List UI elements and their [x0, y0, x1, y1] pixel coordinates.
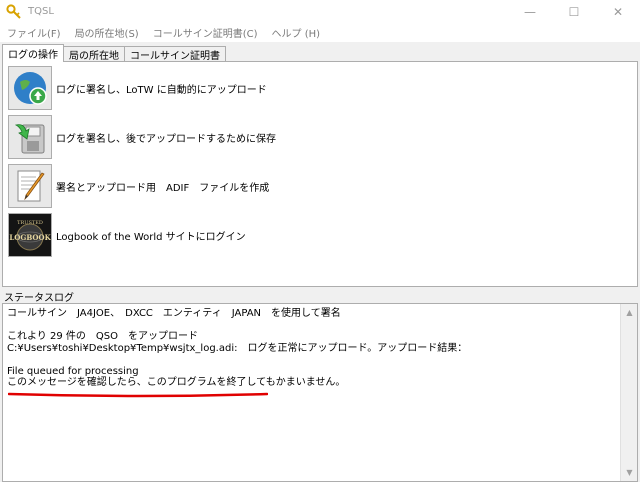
- status-log-header: ステータスログ: [4, 293, 74, 304]
- title-bar: TQSL — ☐ ✕: [0, 0, 640, 23]
- log-line: このメッセージを確認したら、このプログラムを終了してもかまいません。: [7, 377, 346, 388]
- log-line: File queued for processing: [7, 365, 139, 377]
- logbook-icon[interactable]: TRUSTED LOGBOOK: [8, 213, 52, 257]
- scroll-up-icon[interactable]: ▲: [621, 304, 638, 321]
- window-title: TQSL: [28, 6, 54, 17]
- action-sign-save[interactable]: ログを署名し、後でアップロードするために保存: [8, 115, 276, 159]
- menu-station-location[interactable]: 局の所在地(S): [68, 25, 146, 40]
- log-line: コールサイン JA4JOE、 DXCC エンティティ JAPAN を使用して署名: [7, 308, 341, 319]
- action-label: ログを署名し、後でアップロードするために保存: [56, 133, 276, 145]
- action-sign-upload[interactable]: ログに署名し、LoTW に自動的にアップロード: [8, 66, 267, 110]
- red-underline-annotation: [8, 392, 268, 398]
- menu-callsign-certificate[interactable]: コールサイン証明書(C): [146, 25, 265, 40]
- logo-text-top: TRUSTED: [17, 220, 43, 226]
- action-label: 署名とアップロード用 ADIF ファイルを作成: [56, 182, 270, 194]
- action-label: Logbook of the World サイトにログイン: [56, 231, 246, 243]
- tab-strip: ログの操作 局の所在地 コールサイン証明書: [2, 44, 226, 62]
- save-disk-icon[interactable]: [8, 115, 52, 159]
- log-lines: コールサイン JA4JOE、 DXCC エンティティ JAPAN を使用して署名…: [7, 308, 617, 389]
- log-operations-panel: ログに署名し、LoTW に自動的にアップロード ログを署名し、後でアップロードす…: [2, 61, 638, 287]
- action-create-adif[interactable]: 署名とアップロード用 ADIF ファイルを作成: [8, 164, 269, 208]
- menu-file[interactable]: ファイル(F): [0, 25, 68, 40]
- edit-document-icon[interactable]: [8, 164, 52, 208]
- close-button[interactable]: ✕: [596, 0, 640, 23]
- log-line: これより 29 件の QSO をアップロード: [7, 331, 198, 342]
- logo-text-main: LOGBOOK: [9, 233, 51, 242]
- key-icon: [6, 3, 22, 20]
- scroll-down-icon[interactable]: ▼: [621, 464, 638, 481]
- action-login-lotw[interactable]: TRUSTED LOGBOOK Logbook of the World サイト…: [8, 213, 246, 257]
- globe-upload-icon[interactable]: [8, 66, 52, 110]
- tab-callsign-certificate[interactable]: コールサイン証明書: [124, 46, 226, 62]
- maximize-button[interactable]: ☐: [552, 0, 596, 23]
- log-line: C:¥Users¥toshi¥Desktop¥Temp¥wsjtx_log.ad…: [7, 342, 468, 354]
- status-log[interactable]: コールサイン JA4JOE、 DXCC エンティティ JAPAN を使用して署名…: [2, 303, 638, 482]
- tab-station-location[interactable]: 局の所在地: [63, 46, 125, 62]
- menu-help[interactable]: ヘルプ (H): [265, 25, 328, 40]
- menu-bar: ファイル(F) 局の所在地(S) コールサイン証明書(C) ヘルプ (H): [0, 23, 640, 42]
- minimize-button[interactable]: —: [508, 0, 552, 23]
- vertical-scrollbar[interactable]: ▲ ▼: [620, 304, 637, 481]
- action-label: ログに署名し、LoTW に自動的にアップロード: [56, 84, 267, 96]
- tab-log-operations[interactable]: ログの操作: [2, 44, 64, 62]
